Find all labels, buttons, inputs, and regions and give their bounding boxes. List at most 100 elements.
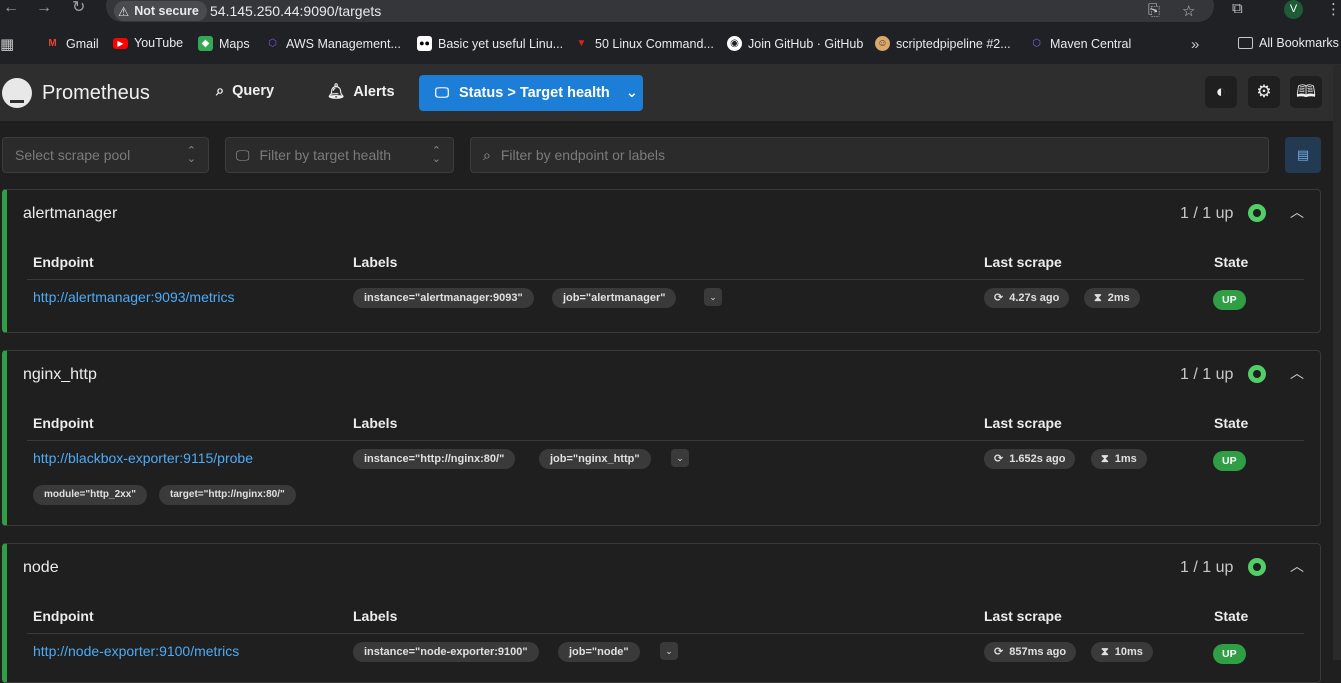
folder-icon [1238,37,1253,49]
address-bar[interactable]: ⚠ Not secure 54.145.250.44:9090/targets … [106,0,1214,22]
column-labels: Labels [353,254,398,270]
pool-name[interactable]: nginx_http [23,366,97,384]
all-bookmarks[interactable]: All Bookmarks [1238,36,1339,50]
label-badge: job="nginx_http" [539,449,651,469]
endpoint-link[interactable]: http://node-exporter:9100/metrics [33,643,239,659]
back-arrow-icon[interactable]: ← [3,0,19,16]
endpoint-link[interactable]: http://blackbox-exporter:9115/probe [33,450,253,466]
youtube-icon: ▶ [113,37,128,49]
bookmark-maps[interactable]: ◆ Maps [198,36,250,51]
gear-icon[interactable]: ⚙ [1248,76,1280,108]
bookmark-linux-tips[interactable]: ●● Basic yet useful Linu... [417,36,563,51]
endpoint-link[interactable]: http://alertmanager:9093/metrics [33,289,235,305]
last-scrape-badge: ⟳ 857ms ago [984,642,1077,662]
status-badge: UP [1213,451,1246,471]
bookmark-youtube[interactable]: ▶ YouTube [113,36,183,50]
status-badge: UP [1213,290,1246,310]
bookmark-maven[interactable]: ⬡ Maven Central [1029,36,1131,51]
maps-icon: ◆ [198,36,213,51]
url-text[interactable]: 54.145.250.44:9090/targets [210,1,381,21]
column-last-scrape: Last scrape [984,608,1062,624]
maven-icon: ⬡ [1032,38,1041,49]
select-caret-icon: ⌃ ⌄ [431,145,441,165]
label-badge: instance="node-exporter:9100" [353,642,539,662]
column-state: State [1214,254,1249,270]
book-icon[interactable]: 🕮︎ [1290,76,1322,108]
divider [27,440,1304,441]
divider [27,633,1304,634]
search-icon: ⌕ [216,83,225,99]
pool-card-alertmanager: alertmanager 1 / 1 up ︿ Endpoint Labels … [2,189,1321,333]
chevron-up-icon[interactable]: ︿ [1290,363,1304,383]
bell-icon: 🔔︎ [327,84,346,100]
bookmarks-bar: ▦ M Gmail ▶ YouTube ◆ Maps ⬡ AWS Managem… [0,22,1341,65]
pool-name[interactable]: alertmanager [23,205,117,223]
target-health-select[interactable]: 🖵︎ Filter by target health ⌃ ⌄ [225,137,454,173]
column-endpoint: Endpoint [33,254,94,270]
select-caret-icon: ⌃ ⌄ [186,145,196,165]
gmail-icon: M [48,38,57,49]
health-ring-icon [1248,558,1266,576]
bookmark-github[interactable]: ◉ Join GitHub · GitHub [727,36,863,51]
column-state: State [1214,608,1249,624]
hourglass-icon: ⧗ [1101,453,1109,465]
chevron-up-icon[interactable]: ︿ [1290,556,1304,576]
label-badge: job="alertmanager" [552,288,677,308]
column-labels: Labels [353,608,398,624]
health-ring-icon [1248,204,1266,222]
endpoint-search-input[interactable]: ⌕ Filter by endpoint or labels [470,137,1269,173]
bookmark-aws[interactable]: ⬡ AWS Management... [265,36,401,51]
status-badge: UP [1213,644,1246,664]
browser-menu-icon[interactable]: ⋮ [1326,0,1341,18]
chevron-up-icon[interactable]: ︿ [1290,202,1304,222]
divider [27,279,1304,280]
expand-labels-icon[interactable]: ⌄ [704,288,722,306]
theme-toggle-icon[interactable]: ◐ [1205,76,1237,108]
health-ring-icon [1248,365,1266,383]
monitor-icon: 🖵︎ [435,85,449,101]
jenkins-icon: ☺ [875,36,890,51]
status-menu-button[interactable]: 🖵︎ Status > Target health ⌄ [419,75,643,111]
security-indicator[interactable]: ⚠ Not secure [114,1,207,21]
column-last-scrape: Last scrape [984,415,1062,431]
browser-toolbar: ← → ↻ ⚠ Not secure 54.145.250.44:9090/ta… [0,0,1341,22]
pool-card-nginx-http: nginx_http 1 / 1 up ︿ Endpoint Labels La… [2,350,1321,526]
refresh-icon: ⟳ [994,292,1004,304]
translate-icon[interactable]: ⎘ [1148,2,1160,19]
bookmark-jenkins[interactable]: ☺ scriptedpipeline #2... [875,36,1011,51]
expand-labels-icon[interactable]: ⌄ [660,642,678,660]
apps-grid-icon[interactable]: ▦ [0,35,14,53]
more-bookmarks-icon[interactable]: » [1191,36,1199,53]
prometheus-logo-icon[interactable] [2,78,32,108]
forward-arrow-icon[interactable]: → [36,0,52,16]
bookmark-linux-commands[interactable]: ▼ 50 Linux Command... [574,36,714,51]
column-endpoint: Endpoint [33,415,94,431]
hourglass-icon: ⧗ [1094,292,1102,304]
label-badge: instance="alertmanager:9093" [353,288,534,308]
medium-icon: ●● [417,36,432,51]
bookmark-star-icon[interactable]: ☆ [1182,2,1195,20]
column-last-scrape: Last scrape [984,254,1062,270]
brand-title[interactable]: Prometheus [42,82,150,105]
label-badge: job="node" [558,642,640,662]
scrape-pool-select[interactable]: Select scrape pool ⌃ ⌄ [2,137,209,173]
extensions-icon[interactable]: ⧉ [1232,0,1243,17]
app-header: Prometheus ⌕ Query 🔔︎ Alerts 🖵︎ Status >… [0,65,1333,121]
warning-triangle-icon: ⚠ [118,4,130,19]
pool-up-count: 1 / 1 up [1180,366,1234,383]
pool-up-count: 1 / 1 up [1180,205,1234,222]
scrape-duration-badge: ⧗ 1ms [1091,449,1147,469]
nav-alerts[interactable]: 🔔︎ Alerts [327,83,395,101]
column-state: State [1214,415,1249,431]
profile-avatar[interactable]: V [1284,0,1303,19]
pool-name[interactable]: node [23,559,59,577]
collapse-all-icon[interactable]: ▤ [1285,137,1321,173]
bookmark-gmail[interactable]: M Gmail [45,36,98,51]
monitor-icon: 🖵︎ [236,146,250,163]
expand-labels-icon[interactable]: ⌄ [671,449,689,467]
tecmint-icon: ▼ [576,38,587,49]
scrape-duration-badge: ⧗ 2ms [1084,288,1140,308]
nav-query[interactable]: ⌕ Query [216,83,274,99]
page-scrollbar[interactable] [1333,65,1341,660]
reload-icon[interactable]: ↻ [72,0,85,16]
